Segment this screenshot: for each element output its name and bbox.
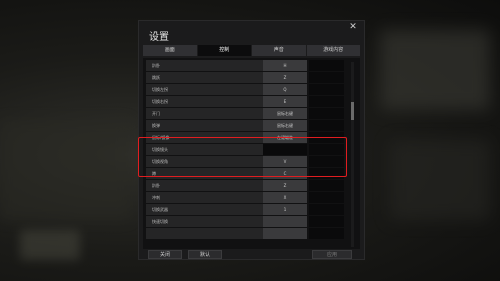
reset-default-button[interactable]: 默认 [188, 250, 222, 259]
dialog-footer: 关闭 默认 应用 [143, 250, 360, 259]
keybind-row: 快速切换 [146, 216, 346, 227]
tab-controls[interactable]: 控制 [197, 45, 251, 56]
keybind-label: 切换右拐 [152, 99, 168, 104]
keybind-row: 趴卧 H [146, 60, 346, 71]
row-label-cell [146, 120, 263, 131]
keybind-secondary[interactable] [309, 180, 344, 191]
keybind-label: 趴卧 [152, 183, 160, 188]
keybind-row [146, 228, 346, 239]
keybind-primary[interactable]: Z [263, 180, 307, 191]
keybind-primary[interactable]: E [263, 96, 307, 107]
highlight-box [138, 137, 347, 177]
keybind-secondary[interactable] [309, 84, 344, 95]
keybind-label: 切换武器 [152, 207, 168, 212]
scrollbar-thumb[interactable] [351, 102, 354, 120]
tab-bar: 画面 控制 声音 游戏内容 [143, 45, 360, 56]
keybind-secondary[interactable] [309, 216, 344, 227]
keybind-secondary[interactable] [309, 120, 344, 131]
keybind-label: 趴卧 [152, 63, 160, 68]
keybind-row: 跳跃 Z [146, 72, 346, 83]
keybind-label: 跳跃 [152, 75, 160, 80]
tab-graphics[interactable]: 画面 [143, 45, 197, 56]
keybind-primary[interactable]: 鼠标右键 [263, 108, 307, 119]
row-label-cell [146, 180, 263, 191]
keybind-secondary[interactable] [309, 108, 344, 119]
keybind-label: 切换左拐 [152, 87, 168, 92]
row-label-cell [146, 60, 263, 71]
dialog-title: 设置 [149, 32, 169, 43]
keybind-primary[interactable] [263, 228, 307, 239]
keybind-primary[interactable] [263, 216, 307, 227]
keybind-secondary[interactable] [309, 192, 344, 203]
keybind-secondary[interactable] [309, 72, 344, 83]
keybind-secondary[interactable] [309, 228, 344, 239]
background-shape [380, 30, 490, 110]
background-shape [390, 140, 490, 220]
keybind-primary[interactable]: 1 [263, 204, 307, 215]
row-label-cell [146, 108, 263, 119]
keybind-primary[interactable]: Z [263, 72, 307, 83]
keybind-primary[interactable]: 鼠标右键 [263, 120, 307, 131]
scrollbar-track[interactable] [351, 62, 354, 247]
keybind-secondary[interactable] [309, 96, 344, 107]
keybind-label: 冲刺 [152, 195, 160, 200]
keybind-row: 开门 鼠标右键 [146, 108, 346, 119]
keybind-row: 换弹 鼠标右键 [146, 120, 346, 131]
keybind-secondary[interactable] [309, 60, 344, 71]
keybind-row: 趴卧 Z [146, 180, 346, 191]
keybind-primary[interactable]: Q [263, 84, 307, 95]
keybind-label: 换弹 [152, 123, 160, 128]
row-label-cell [146, 192, 263, 203]
keybind-primary[interactable]: X [263, 192, 307, 203]
keybind-row: 切换右拐 E [146, 96, 346, 107]
keybind-primary[interactable]: H [263, 60, 307, 71]
keybind-label: 快速切换 [152, 219, 168, 224]
apply-button[interactable]: 应用 [312, 250, 352, 259]
tab-sound[interactable]: 声音 [252, 45, 306, 56]
background-shape [20, 230, 80, 260]
background-shape [0, 120, 130, 220]
keybind-row: 冲刺 X [146, 192, 346, 203]
tab-gameplay[interactable]: 游戏内容 [306, 45, 360, 56]
keybind-row: 切换左拐 Q [146, 84, 346, 95]
close-button[interactable]: 关闭 [148, 250, 182, 259]
row-label-cell [146, 228, 263, 239]
row-label-cell [146, 72, 263, 83]
keybind-row: 切换武器 1 [146, 204, 346, 215]
keybind-label: 开门 [152, 111, 160, 116]
keybind-secondary[interactable] [309, 204, 344, 215]
close-icon[interactable]: ✕ [348, 22, 358, 32]
